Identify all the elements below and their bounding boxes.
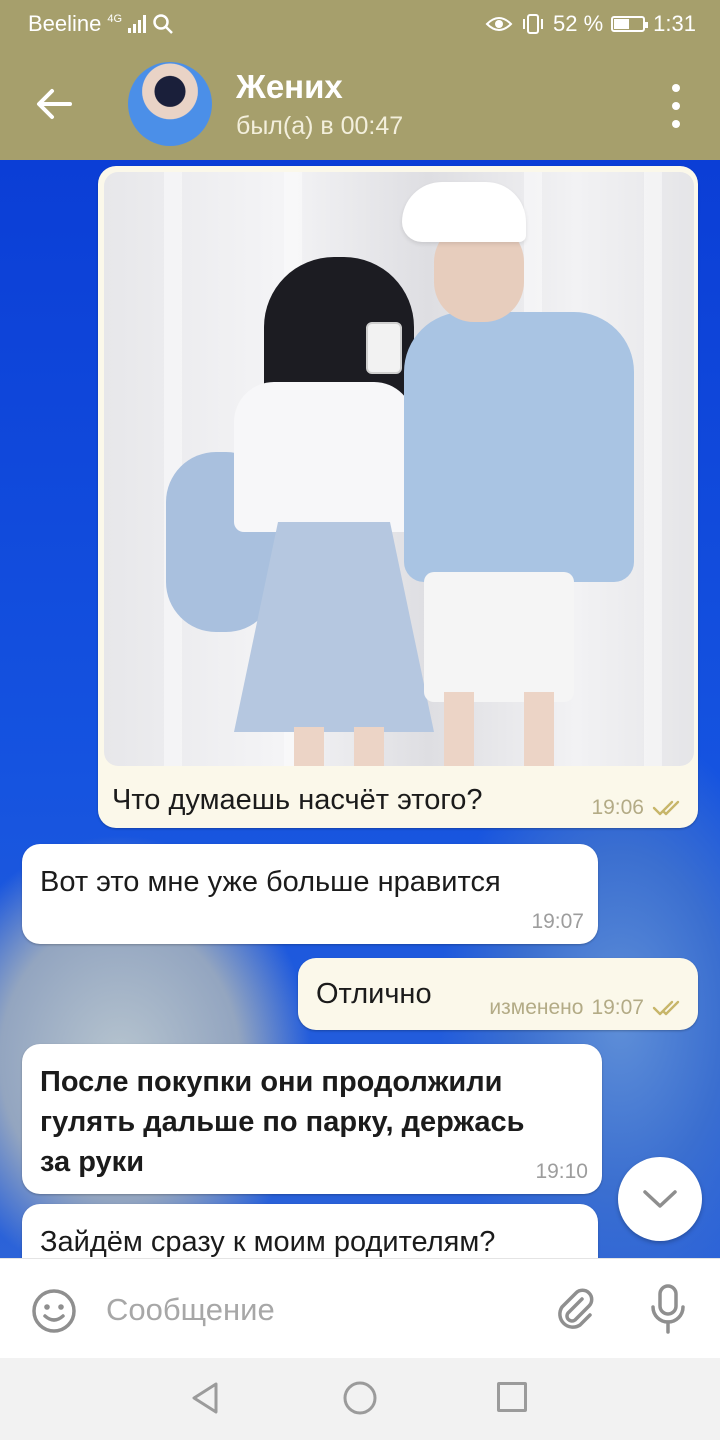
message-photo[interactable] — [104, 172, 694, 766]
carrier-name: Beeline — [28, 11, 102, 36]
avatar[interactable] — [128, 62, 212, 146]
scroll-down-button[interactable] — [618, 1157, 702, 1241]
nav-back-icon[interactable] — [188, 1380, 224, 1416]
message-text: Вот это мне уже больше нравится — [40, 866, 501, 898]
message-time: 19:07 — [531, 910, 584, 933]
back-arrow-icon — [37, 89, 72, 119]
status-bar: Beeline 4G 52 % 1:31 — [0, 0, 720, 48]
microphone-icon — [651, 1284, 685, 1334]
network-type: 4G — [107, 13, 123, 25]
chevron-down-icon — [643, 1190, 677, 1208]
system-nav-bar — [0, 1358, 720, 1440]
message-meta: 19:10 — [535, 1160, 588, 1184]
message-time: 19:06 — [591, 796, 644, 819]
message-bubble-outgoing[interactable]: Отлично изменено 19:07 — [298, 958, 698, 1030]
nav-recents-icon[interactable] — [497, 1382, 527, 1412]
last-seen-status: был(а) в 00:47 — [236, 112, 404, 140]
battery-percent: 52 % — [553, 11, 604, 36]
message-bubble-outgoing[interactable]: Что думаешь насчёт этого? 19:06 — [98, 166, 698, 828]
battery-icon — [611, 16, 649, 32]
vibrate-icon — [523, 14, 544, 34]
message-bubble-incoming[interactable]: Вот это мне уже больше нравится 19:07 — [22, 844, 598, 944]
clock: 1:31 — [653, 11, 696, 36]
emoji-icon — [32, 1289, 76, 1333]
message-text: Отлично — [316, 978, 432, 1010]
message-input[interactable] — [104, 1281, 528, 1339]
edited-label: изменено — [489, 996, 584, 1019]
message-bubble-incoming[interactable]: Зайдём сразу к моим родителям? — [22, 1204, 598, 1258]
more-vert-icon[interactable] — [666, 84, 686, 128]
message-meta: 19:06 — [591, 796, 686, 820]
emoji-button[interactable] — [30, 1287, 78, 1335]
microphone-button[interactable] — [644, 1283, 692, 1335]
message-text-line: гулять дальше по парку, держась — [40, 1106, 525, 1138]
message-meta: 19:07 — [531, 910, 584, 934]
message-text-line: После покупки они продолжили — [40, 1066, 503, 1098]
message-text: Что думаешь насчёт этого? — [112, 784, 483, 816]
eye-icon — [485, 17, 513, 31]
signal-icon — [128, 15, 147, 33]
search-icon — [153, 14, 173, 34]
message-bubble-incoming[interactable]: После покупки они продолжили гулять даль… — [22, 1044, 602, 1194]
message-time: 19:07 — [591, 996, 644, 1019]
message-composer — [0, 1258, 720, 1359]
message-meta: изменено 19:07 — [489, 996, 686, 1020]
nav-home-icon[interactable] — [342, 1380, 378, 1416]
message-list[interactable]: Что думаешь насчёт этого? 19:06 Вот это … — [0, 160, 720, 1258]
paperclip-icon — [558, 1288, 594, 1329]
back-button[interactable] — [30, 80, 78, 128]
message-time: 19:10 — [535, 1160, 588, 1183]
chat-title[interactable]: Жених — [236, 68, 343, 106]
double-check-icon — [652, 800, 680, 816]
message-text-line: за руки — [40, 1146, 145, 1178]
message-text: Зайдём сразу к моим родителям? — [40, 1226, 496, 1258]
attach-button[interactable] — [552, 1285, 600, 1333]
double-check-icon — [652, 1000, 680, 1016]
chat-header: Жених был(а) в 00:47 — [0, 48, 720, 160]
message-text: После покупки они продолжили гулять даль… — [40, 1062, 525, 1182]
